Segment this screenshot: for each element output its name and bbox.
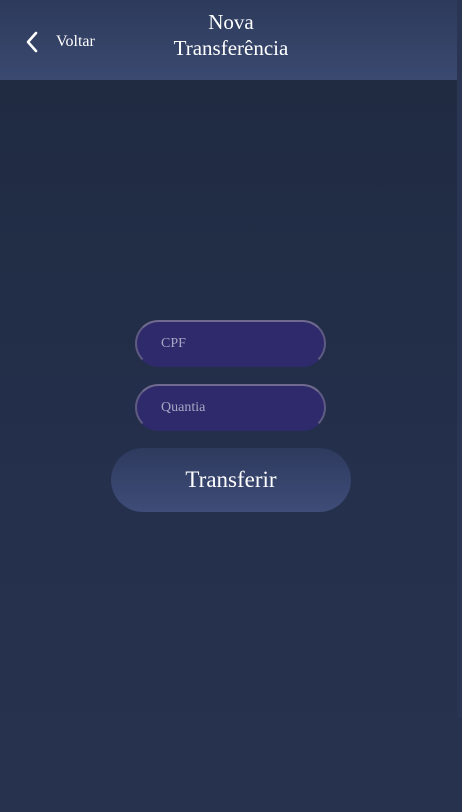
page-title-line-1: Nova: [208, 10, 254, 34]
amount-input[interactable]: [137, 386, 324, 429]
page-title: Nova Transferência: [150, 9, 312, 61]
cpf-field: [135, 320, 326, 367]
back-label: Voltar: [56, 33, 95, 50]
top-bar: Voltar Nova Transferência: [0, 0, 462, 80]
page-title-line-2: Transferência: [173, 36, 289, 60]
back-button[interactable]: Voltar: [20, 24, 95, 60]
amount-field: [135, 384, 326, 431]
transfer-form: Transferir: [0, 0, 462, 812]
scrollbar[interactable]: [457, 0, 462, 718]
cpf-input[interactable]: [137, 322, 324, 365]
chevron-left-icon: [20, 24, 44, 60]
transfer-button[interactable]: Transferir: [111, 448, 351, 512]
